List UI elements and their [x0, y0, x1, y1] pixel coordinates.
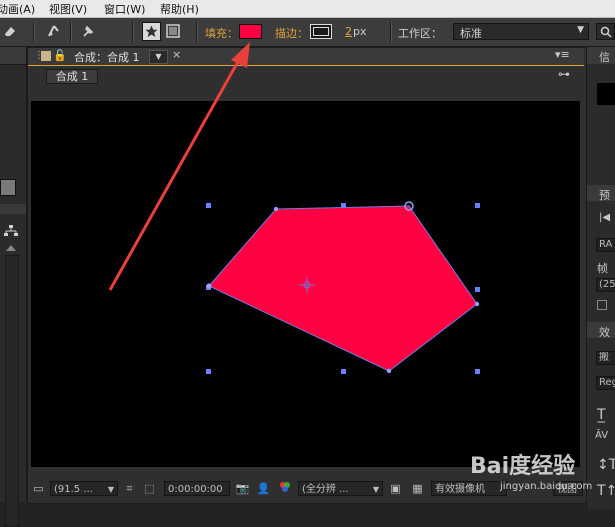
annotation-arrow: [108, 42, 250, 291]
arrow-head-icon: [231, 42, 250, 68]
